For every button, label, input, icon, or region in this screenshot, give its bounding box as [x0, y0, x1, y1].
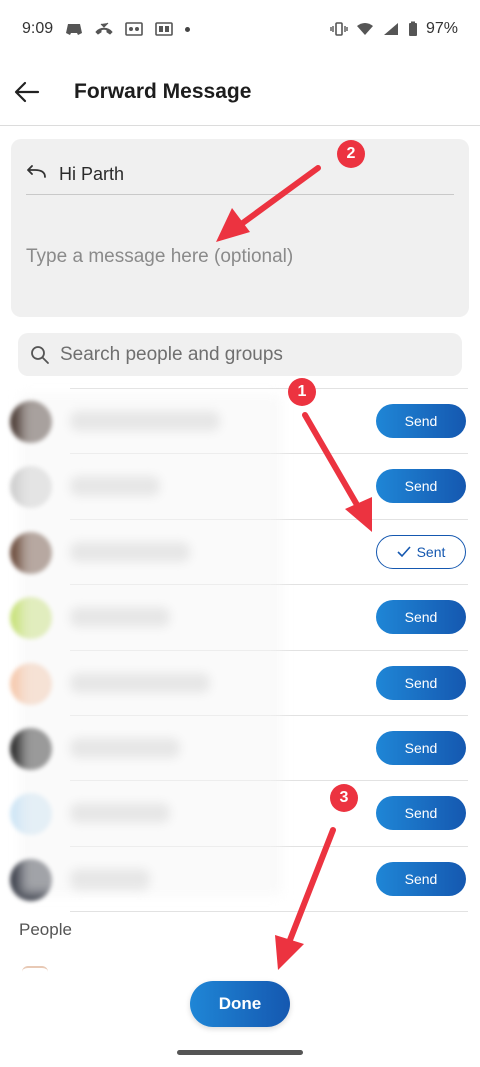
search-bar[interactable]	[18, 333, 462, 376]
annotation-marker-1: 1	[288, 378, 316, 406]
contact-name-blurred	[70, 476, 160, 497]
done-button[interactable]: Done	[190, 981, 290, 1027]
arrow-left-icon	[14, 81, 40, 102]
discord-icon	[66, 24, 83, 35]
people-list-item[interactable]	[22, 966, 48, 972]
button-label: Send	[404, 674, 438, 691]
contact-name-blurred	[70, 541, 190, 562]
checkmark-icon	[397, 546, 411, 557]
signal-icon	[383, 23, 398, 35]
search-icon	[31, 345, 49, 364]
avatar	[10, 531, 52, 574]
button-label: Send	[404, 413, 438, 429]
contact-name-blurred	[70, 607, 170, 628]
avatar	[10, 858, 52, 901]
wifi-icon	[356, 23, 373, 35]
missed-call-icon	[95, 22, 113, 35]
contact-row[interactable]: Send	[10, 845, 468, 911]
contact-row[interactable]: Send	[10, 714, 468, 780]
app-bar: Forward Message	[0, 58, 480, 126]
send-button[interactable]: Send	[376, 665, 466, 700]
quoted-message: Hi Parth	[25, 153, 455, 195]
status-bar: 9:09 97%	[0, 0, 480, 58]
status-right: 97%	[330, 20, 458, 38]
home-indicator[interactable]	[177, 1050, 303, 1055]
avatar	[10, 597, 52, 640]
contact-list: Send Send Sent Send Send Send Send Send	[0, 388, 480, 913]
compose-divider	[26, 194, 454, 195]
send-button[interactable]: Send	[376, 469, 466, 504]
cast-icon	[155, 22, 173, 36]
voicemail-icon	[125, 22, 143, 36]
contact-name-blurred	[70, 672, 210, 693]
page-title: Forward Message	[74, 79, 252, 103]
button-label: Send	[404, 870, 438, 887]
contact-row[interactable]: Send	[10, 453, 468, 518]
contact-name-blurred	[70, 411, 220, 431]
section-people-label: People	[19, 920, 72, 939]
annotation-marker-2: 2	[337, 140, 365, 168]
contact-name-blurred	[70, 737, 180, 758]
avatar	[10, 662, 52, 705]
annotation-marker-3: 3	[330, 784, 358, 812]
status-left: 9:09	[22, 20, 191, 38]
back-button[interactable]	[2, 67, 52, 117]
contact-row[interactable]: Send	[10, 584, 468, 649]
reply-icon	[27, 165, 46, 178]
contact-row[interactable]: Sent	[10, 518, 468, 584]
sent-button[interactable]: Sent	[376, 534, 466, 569]
contact-row[interactable]: Send	[10, 388, 468, 453]
button-label: Send	[404, 609, 438, 626]
avatar	[10, 727, 52, 770]
contact-row[interactable]: Send	[10, 649, 468, 715]
compose-card: Hi Parth	[11, 139, 469, 317]
send-button[interactable]: Send	[376, 404, 466, 438]
send-button[interactable]: Send	[376, 730, 466, 765]
quoted-message-text: Hi Parth	[59, 163, 125, 184]
avatar	[10, 793, 52, 836]
search-input[interactable]	[60, 343, 440, 366]
send-button[interactable]: Send	[376, 861, 466, 896]
button-label: Sent	[416, 543, 446, 560]
button-label: Send	[404, 478, 438, 495]
dot-icon	[185, 26, 191, 32]
contact-name-blurred	[70, 803, 170, 824]
button-label: Send	[404, 739, 438, 756]
contact-row[interactable]: Send	[10, 780, 468, 845]
avatar	[10, 466, 52, 509]
list-divider	[70, 911, 468, 913]
contact-name-blurred	[70, 868, 150, 889]
avatar	[10, 401, 52, 443]
send-button[interactable]: Send	[376, 600, 466, 635]
message-input[interactable]	[26, 239, 446, 275]
button-label: Send	[404, 805, 438, 822]
battery-icon	[408, 21, 417, 36]
battery-percent: 97%	[425, 20, 458, 37]
vibrate-icon	[330, 22, 348, 36]
send-button[interactable]: Send	[376, 796, 466, 831]
status-time: 9:09	[22, 20, 54, 37]
